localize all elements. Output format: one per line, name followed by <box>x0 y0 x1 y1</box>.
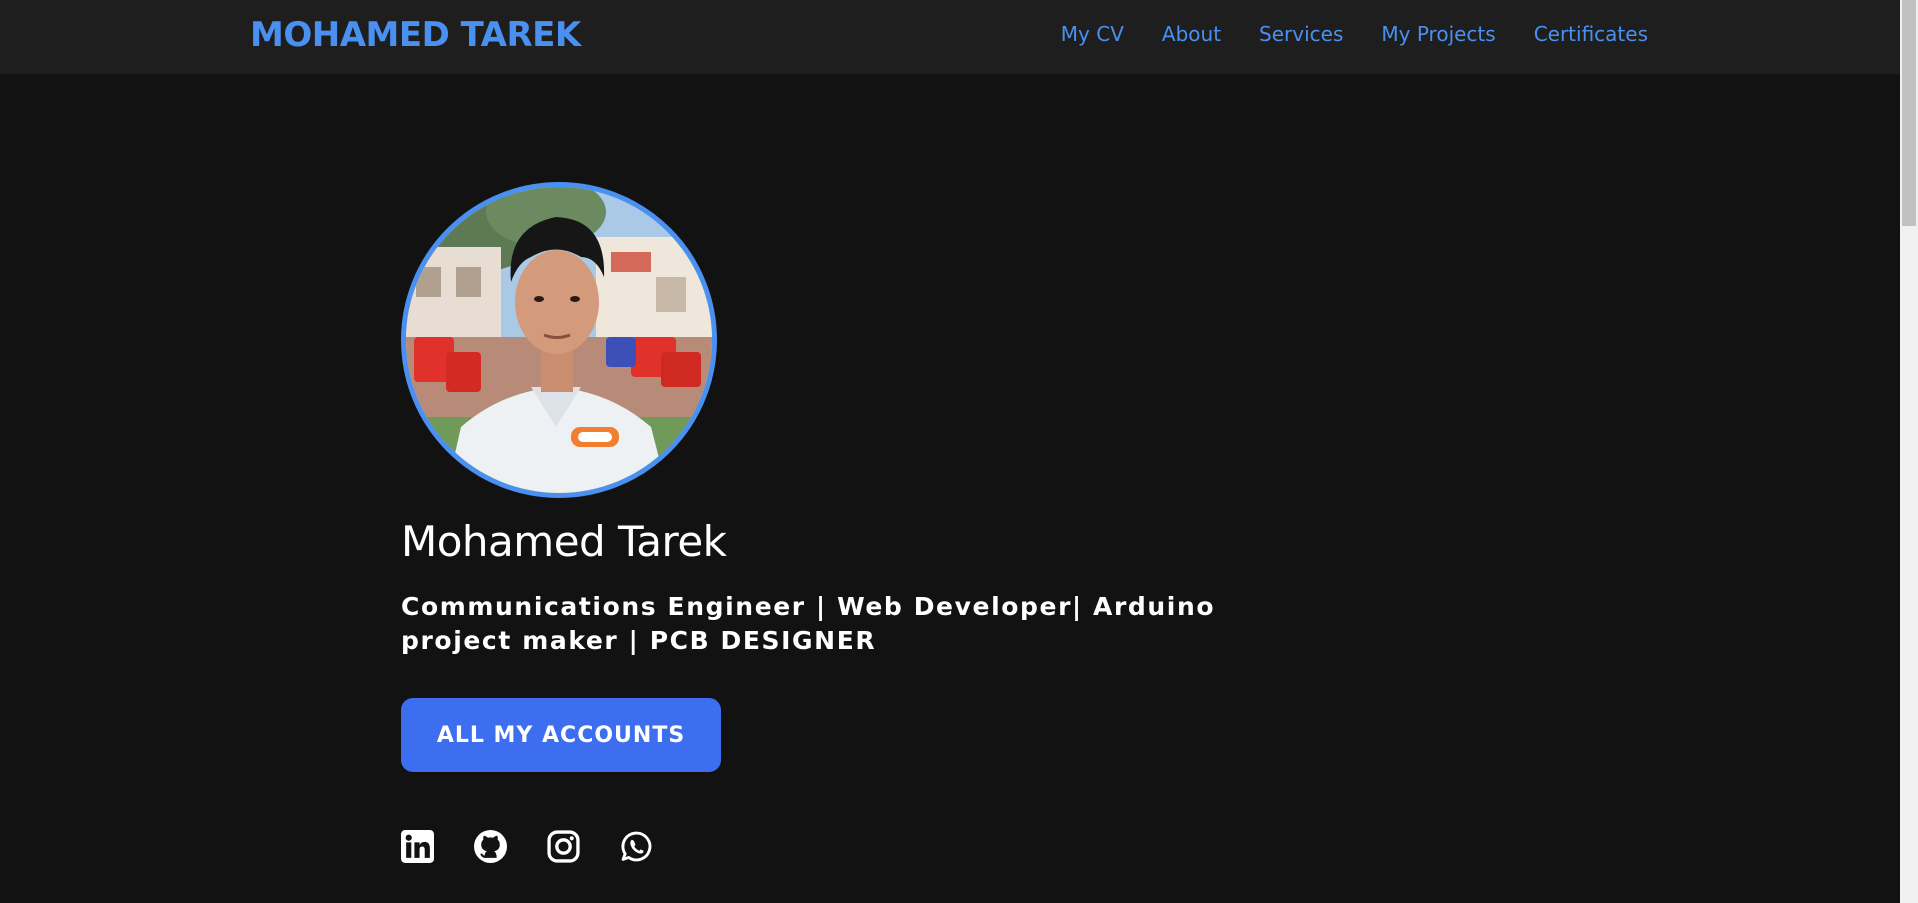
nav-menu: My CV About Services My Projects Certifi… <box>1061 20 1648 48</box>
profile-name: Mohamed Tarek <box>401 517 727 566</box>
hero-section: Mohamed Tarek Communications Engineer | … <box>401 182 1321 863</box>
profile-photo <box>401 182 717 498</box>
nav-link-my-projects[interactable]: My Projects <box>1381 20 1495 48</box>
page: MOHAMED TAREK My CV About Services My Pr… <box>0 0 1918 903</box>
linkedin-icon[interactable] <box>401 830 434 863</box>
scrollbar-thumb[interactable] <box>1902 0 1916 226</box>
github-icon[interactable] <box>474 830 507 863</box>
profile-tagline: Communications Engineer | Web Developer|… <box>401 592 1216 655</box>
nav-link-my-cv[interactable]: My CV <box>1061 20 1124 48</box>
social-links <box>401 830 1321 863</box>
instagram-icon[interactable] <box>547 830 580 863</box>
whatsapp-icon[interactable] <box>620 830 653 863</box>
vertical-scrollbar[interactable] <box>1900 0 1918 903</box>
navbar: MOHAMED TAREK My CV About Services My Pr… <box>0 0 1900 74</box>
nav-link-about[interactable]: About <box>1162 20 1221 48</box>
all-my-accounts-button[interactable]: ALL MY ACCOUNTS <box>401 698 721 772</box>
nav-link-certificates[interactable]: Certificates <box>1534 20 1648 48</box>
brand-logo-link[interactable]: MOHAMED TAREK <box>250 13 581 57</box>
nav-link-services[interactable]: Services <box>1259 20 1343 48</box>
